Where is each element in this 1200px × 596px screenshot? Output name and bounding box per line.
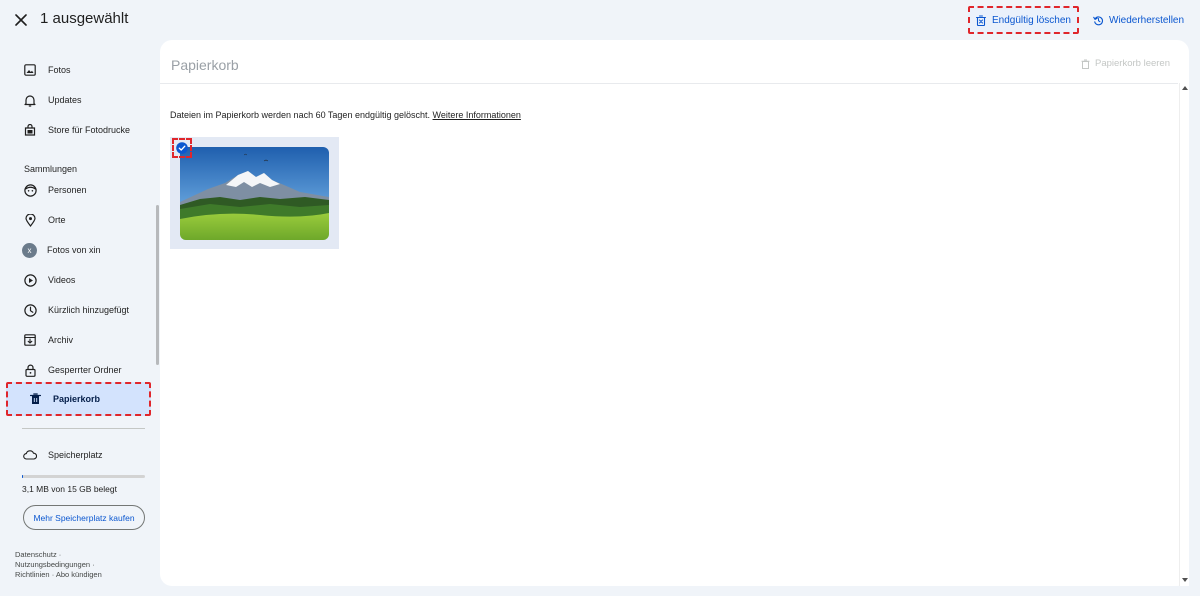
selection-checkbox[interactable] <box>172 138 192 158</box>
sidebar-item-label: Speicherplatz <box>48 450 103 460</box>
restore-label: Wiederherstellen <box>1109 14 1185 26</box>
sidebar-item-label: Archiv <box>48 335 74 345</box>
main-panel: Papierkorb Papierkorb leeren Dateien im … <box>160 40 1189 586</box>
restore-button[interactable]: Wiederherstellen <box>1093 6 1184 34</box>
selection-count-title: 1 ausgewählt <box>40 10 129 27</box>
sidebar-item-storage[interactable]: Speicherplatz <box>22 444 146 466</box>
face-icon <box>22 182 38 198</box>
sidebar-item-label: Personen <box>48 185 87 195</box>
photo-tile[interactable] <box>170 137 339 249</box>
footer-links: Datenschutz · Nutzungsbedingungen · Rich… <box>15 550 155 580</box>
footer-separator: · <box>51 570 55 579</box>
cancel-subscription-link[interactable]: Abo kündigen <box>56 570 102 579</box>
sidebar-item-locked-folder[interactable]: Gesperrter Ordner <box>22 359 146 381</box>
storage-progress-fill <box>22 475 23 478</box>
trash-icon <box>27 391 43 407</box>
sidebar-item-label: Orte <box>48 215 66 225</box>
restore-icon <box>1093 15 1103 25</box>
sidebar-item-trash[interactable]: Papierkorb <box>6 382 151 416</box>
sidebar-divider <box>22 428 145 429</box>
trash-info: Dateien im Papierkorb werden nach 60 Tag… <box>170 110 521 120</box>
photo-icon <box>22 62 38 78</box>
collections-heading: Sammlungen <box>24 164 78 174</box>
sidebar-item-videos[interactable]: Videos <box>22 269 146 291</box>
delete-forever-icon <box>976 15 987 26</box>
page-title: Papierkorb <box>171 57 239 73</box>
sidebar-item-photos[interactable]: Fotos <box>22 59 146 81</box>
store-icon <box>22 122 38 138</box>
footer-separator: · <box>58 550 62 559</box>
storage-progress-bar <box>22 475 145 478</box>
sidebar-scrollbar[interactable] <box>156 205 159 365</box>
sidebar-item-places[interactable]: Orte <box>22 209 146 231</box>
top-bar: 1 ausgewählt Endgültig löschen Wiederher… <box>0 0 1200 40</box>
sidebar-item-label: Videos <box>48 275 76 285</box>
policies-link[interactable]: Richtlinien <box>15 570 50 579</box>
mountain-landscape-photo[interactable] <box>180 147 329 240</box>
delete-permanently-button[interactable]: Endgültig löschen <box>968 6 1079 34</box>
avatar-icon: x <box>22 242 37 258</box>
delete-permanently-label: Endgültig löschen <box>992 14 1071 26</box>
sidebar-item-label: Kürzlich hinzugefügt <box>48 305 130 315</box>
sidebar-item-print-store[interactable]: Store für Fotodrucke <box>22 119 146 141</box>
checkmark-icon <box>176 142 188 154</box>
play-circle-icon <box>22 272 38 288</box>
sidebar-item-people[interactable]: Personen <box>22 179 146 201</box>
privacy-link[interactable]: Datenschutz <box>15 550 57 559</box>
clock-icon <box>22 302 38 318</box>
sidebar: Fotos Updates Store für Fotodrucke Samml… <box>0 50 160 596</box>
close-icon <box>15 14 27 26</box>
sidebar-item-label: Papierkorb <box>53 394 101 404</box>
archive-icon <box>22 332 38 348</box>
lock-icon <box>22 362 38 378</box>
empty-trash-button[interactable]: Papierkorb leeren <box>1081 58 1170 69</box>
sidebar-item-label: Fotos <box>48 65 71 75</box>
sidebar-item-label: Updates <box>48 95 82 105</box>
sidebar-item-recently-added[interactable]: Kürzlich hinzugefügt <box>22 299 146 321</box>
empty-trash-label: Papierkorb leeren <box>1095 58 1170 69</box>
sidebar-item-updates[interactable]: Updates <box>22 89 146 111</box>
more-info-link[interactable]: Weitere Informationen <box>433 110 521 120</box>
scroll-down-arrow-icon[interactable] <box>1182 578 1188 582</box>
sidebar-item-label: Store für Fotodrucke <box>48 125 131 135</box>
trash-info-text: Dateien im Papierkorb werden nach 60 Tag… <box>170 110 431 120</box>
terms-link[interactable]: Nutzungsbedingungen <box>15 560 90 569</box>
scroll-up-arrow-icon[interactable] <box>1182 86 1188 90</box>
sidebar-item-label: Fotos von xin <box>47 245 101 255</box>
bell-icon <box>22 92 38 108</box>
avatar-letter: x <box>27 245 32 255</box>
sidebar-item-archive[interactable]: Archiv <box>22 329 146 351</box>
close-selection-button[interactable] <box>10 9 32 31</box>
trash-icon <box>1081 59 1090 69</box>
location-pin-icon <box>22 212 38 228</box>
main-scrollbar[interactable] <box>1179 83 1189 586</box>
header-divider <box>160 83 1178 84</box>
storage-used-text: 3,1 MB von 15 GB belegt <box>22 484 117 494</box>
sidebar-item-photos-of-xin[interactable]: x Fotos von xin <box>22 239 146 261</box>
sidebar-item-label: Gesperrter Ordner <box>48 365 122 375</box>
footer-separator: · <box>92 560 95 569</box>
cloud-icon <box>22 447 38 463</box>
buy-storage-button[interactable]: Mehr Speicherplatz kaufen <box>23 505 145 530</box>
